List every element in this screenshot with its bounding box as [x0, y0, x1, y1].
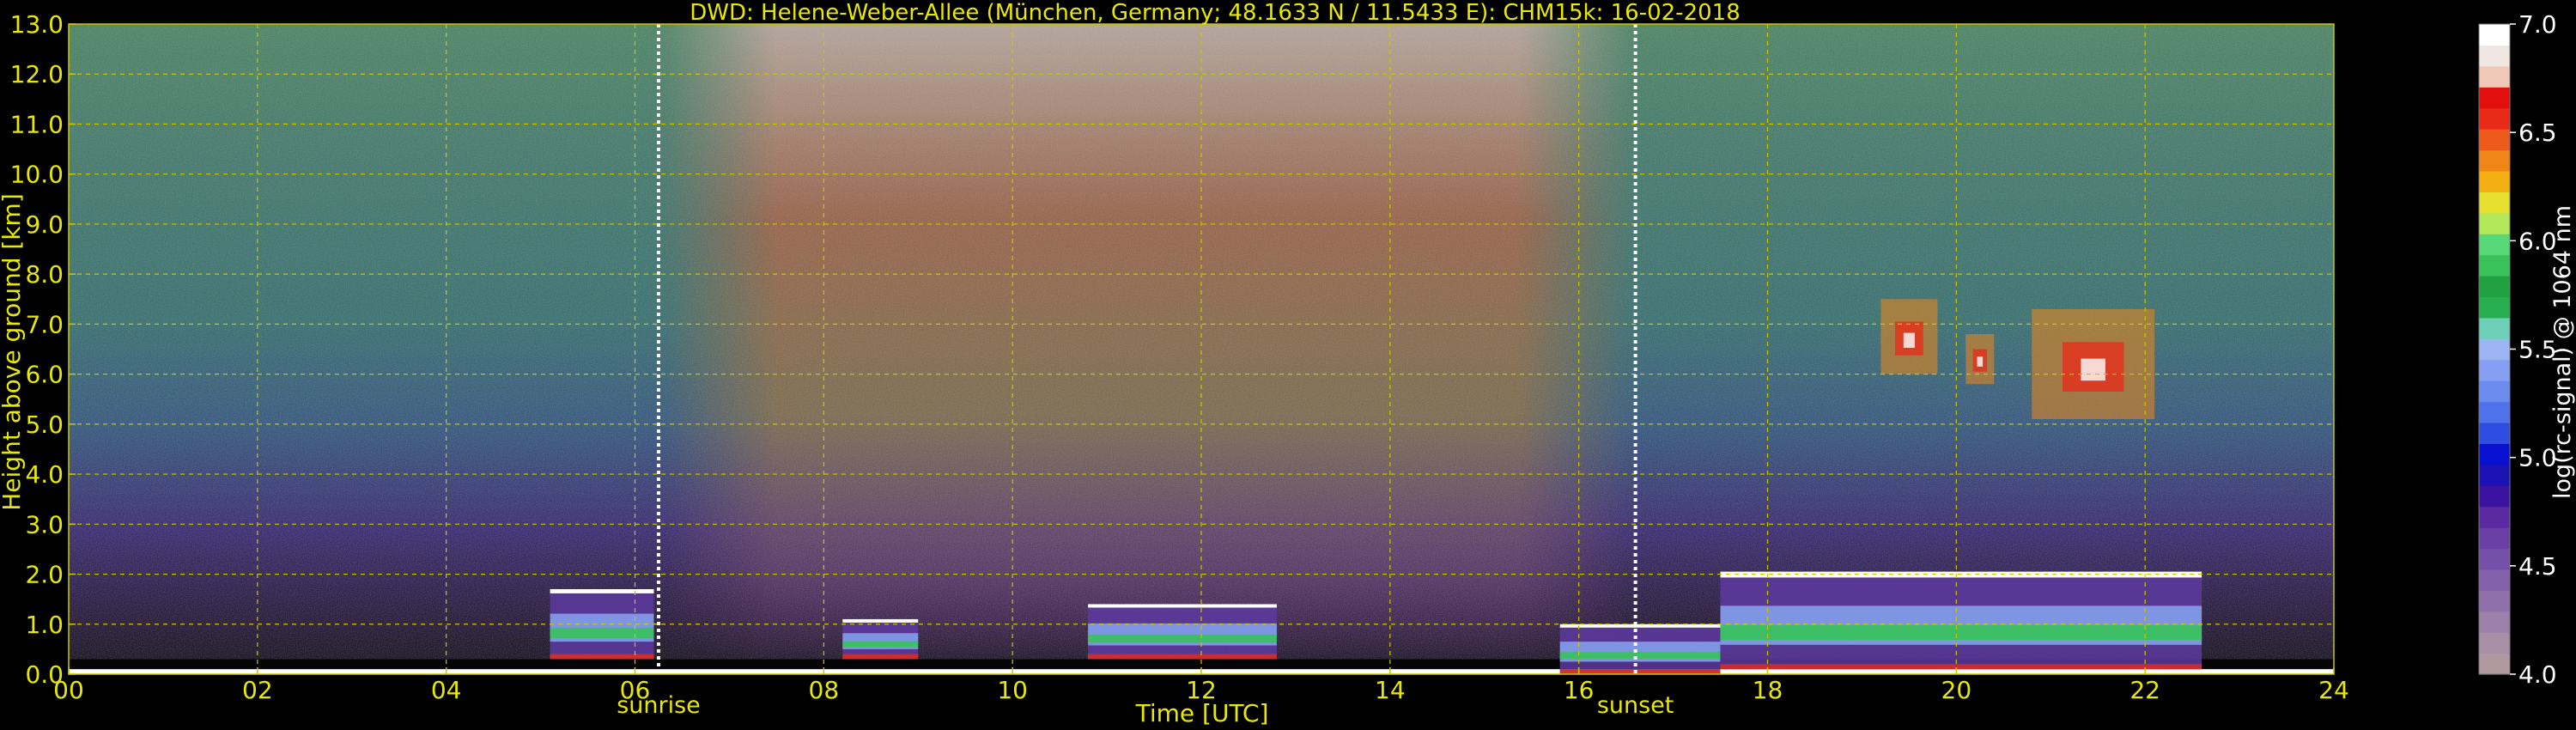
cloud-layer-green — [842, 641, 919, 648]
cloud-layer — [1720, 571, 2202, 670]
y-tick-label: 8.0 — [25, 260, 64, 289]
cirrus-peak — [1977, 356, 1984, 367]
cloud-layer-top — [550, 589, 654, 593]
colorbar-swatch — [2479, 254, 2510, 277]
cloud-layer-green — [550, 627, 654, 639]
colorbar-swatch — [2479, 129, 2510, 151]
colorbar-swatch — [2479, 401, 2510, 423]
colorbar-swatch — [2479, 569, 2510, 591]
plot-area — [68, 23, 2335, 675]
colorbar-swatch — [2479, 212, 2510, 234]
colorbar-swatches — [2479, 24, 2510, 675]
cirrus-peak — [2081, 358, 2106, 381]
cloud-layer-base — [1088, 654, 1277, 660]
x-tick-label: 14 — [1375, 676, 1406, 704]
x-tick-label: 20 — [1941, 676, 1972, 704]
colorbar-swatch — [2479, 422, 2510, 444]
colorbar-swatch — [2479, 632, 2510, 654]
colorbar-swatch — [2479, 338, 2510, 361]
x-tick-label: 10 — [997, 676, 1028, 704]
colorbar-swatch — [2479, 485, 2510, 508]
y-tick-label: 7.0 — [25, 310, 64, 338]
colorbar-swatch — [2479, 65, 2510, 88]
colorbar: 4.04.55.05.56.06.57.0 log(rc-signal) @ 1… — [2478, 10, 2576, 689]
cloud-layer — [842, 618, 919, 660]
colorbar-swatch — [2479, 317, 2510, 339]
y-tick-label: 9.0 — [25, 210, 64, 239]
y-tick-label: 0.0 — [25, 660, 64, 689]
cloud-layer — [1559, 624, 1721, 674]
y-tick-label: 12.0 — [10, 60, 64, 88]
x-tick-label: 24 — [2318, 676, 2349, 704]
cloud-layer-base — [1559, 669, 1721, 674]
chart-title: DWD: Helene-Weber-Allee (München, German… — [690, 0, 1741, 26]
colorbar-tick-label: 4.5 — [2518, 552, 2557, 581]
cloud-layer — [1088, 604, 1277, 660]
colorbar-swatch — [2479, 276, 2510, 298]
x-tick-label: 08 — [809, 676, 840, 704]
colorbar-swatch — [2479, 45, 2510, 67]
cloud-layer-green — [1559, 651, 1721, 660]
cloud-layer-green — [1088, 634, 1277, 643]
annotation-label: sunrise — [617, 692, 701, 719]
colorbar-swatch — [2479, 149, 2510, 172]
colorbar-swatch — [2479, 359, 2510, 381]
cloud-layer-base — [1720, 664, 2202, 670]
x-tick-label: 04 — [431, 676, 462, 704]
cirrus-patch — [1880, 299, 1938, 374]
colorbar-swatch — [2479, 611, 2510, 633]
colorbar-swatch — [2479, 170, 2510, 192]
y-tick-label: 10.0 — [10, 161, 64, 189]
colorbar-tick-label: 4.0 — [2518, 660, 2557, 689]
colorbar-swatch — [2479, 192, 2510, 214]
x-axis-label: Time [UTC] — [1135, 699, 1269, 727]
colorbar-swatch — [2479, 653, 2510, 675]
colorbar-tick-label: 7.0 — [2518, 10, 2557, 39]
colorbar-swatch — [2479, 590, 2510, 612]
y-tick-label: 6.0 — [25, 361, 64, 389]
y-axis-label: Height above ground [km] — [0, 193, 26, 511]
x-tick-label: 18 — [1753, 676, 1783, 704]
y-tick-label: 11.0 — [10, 110, 64, 138]
annotation-label: sunset — [1597, 692, 1674, 719]
y-tick-label: 2.0 — [25, 561, 64, 589]
colorbar-tick-label: 6.5 — [2518, 119, 2557, 147]
colorbar-swatch — [2479, 296, 2510, 319]
colorbar-swatch — [2479, 464, 2510, 486]
colorbar-swatch — [2479, 234, 2510, 256]
cloud-layer-green — [1720, 625, 2202, 641]
y-tick-label: 1.0 — [25, 611, 64, 639]
cloud-layer-top — [1088, 604, 1277, 608]
ceilometer-chart: 00 02 04 06 08 10 12 14 16 18 20 22 24 0.01.02.03.04… — [0, 0, 2576, 727]
x-tick-label: 02 — [242, 676, 273, 704]
x-tick-label: 22 — [2129, 676, 2160, 704]
colorbar-swatch — [2479, 548, 2510, 570]
colorbar-swatch — [2479, 24, 2510, 46]
cirrus-patch — [2032, 308, 2155, 420]
y-tick-label: 13.0 — [10, 10, 64, 39]
colorbar-swatch — [2479, 527, 2510, 550]
y-tick-label: 5.0 — [25, 411, 64, 439]
cloud-layer-base — [842, 654, 919, 660]
colorbar-swatch — [2479, 87, 2510, 109]
cloud-layer-top — [842, 618, 919, 623]
colorbar-label: log(rc-signal) @ 1064 nm — [2549, 205, 2576, 499]
colorbar-swatch — [2479, 506, 2510, 528]
cloud-layer-base — [550, 654, 654, 660]
y-tick-label: 3.0 — [25, 510, 64, 538]
cirrus-patch — [1965, 334, 1995, 385]
x-tick-label: 16 — [1564, 676, 1595, 704]
y-tick-label: 4.0 — [25, 460, 64, 489]
colorbar-swatch — [2479, 380, 2510, 403]
colorbar-swatch — [2479, 443, 2510, 465]
cirrus-peak — [1903, 332, 1915, 349]
colorbar-swatch — [2479, 107, 2510, 130]
